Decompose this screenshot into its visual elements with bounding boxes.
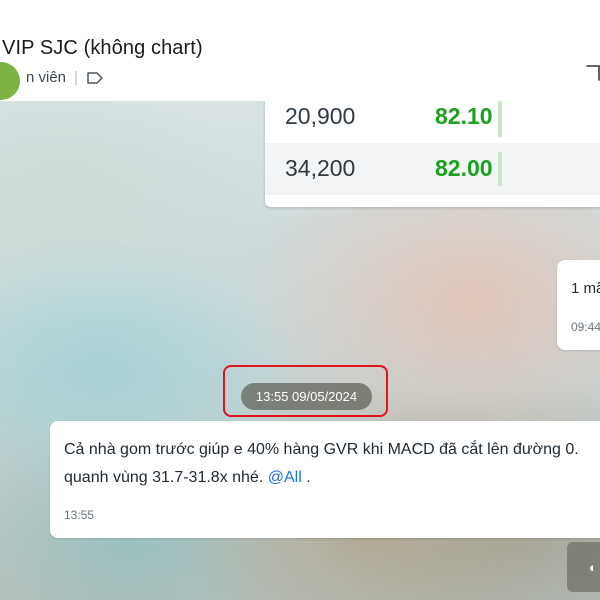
message-time: 13:55 [64, 508, 95, 522]
volume-bar [498, 101, 502, 137]
message-text-line-2: quanh vùng 31.7-31.8x nhé. @All . [64, 469, 311, 487]
chat-area[interactable]: 20,900 82.10 34,200 82.00 1 mã 09:44 13:… [0, 101, 600, 600]
price-table-card: 20,900 82.10 34,200 82.00 [265, 101, 600, 207]
message-time: 09:44 [571, 320, 600, 334]
chat-title: VIP SJC (không chart) [2, 37, 203, 59]
scroll-down-button[interactable]: ◐ [567, 542, 600, 592]
message-bubble-outgoing[interactable]: 1 mã 09:44 [557, 260, 600, 350]
table-row: 20,900 82.10 [265, 101, 600, 149]
highlight-box [223, 365, 388, 417]
message-text-prefix: quanh vùng 31.7-31.8x nhé. [64, 469, 264, 486]
tag-icon[interactable] [86, 71, 104, 85]
mention-all-link[interactable]: @All [268, 469, 302, 486]
price-cell: 82.00 [435, 155, 493, 181]
price-cell: 82.10 [435, 103, 493, 129]
chat-subtitle: n viên | [26, 69, 104, 86]
clock-icon: ◐ [589, 560, 597, 575]
message-text: 1 mã [571, 280, 600, 297]
message-text-suffix: . [306, 469, 311, 486]
sidebar-toggle-icon[interactable] [583, 58, 600, 82]
message-text-line-1: Cả nhà gom trước giúp e 40% hàng GVR khi… [64, 441, 579, 458]
subtitle-separator: | [74, 69, 78, 86]
volume-bar [498, 152, 502, 186]
volume-cell: 34,200 [285, 155, 356, 181]
member-count-label[interactable]: n viên [26, 69, 66, 86]
volume-cell: 20,900 [285, 103, 356, 129]
message-bubble-incoming[interactable]: Cả nhà gom trước giúp e 40% hàng GVR khi… [50, 421, 600, 538]
group-avatar[interactable] [0, 62, 20, 100]
table-row: 34,200 82.00 [265, 143, 600, 195]
chat-header: VIP SJC (không chart) n viên | [0, 0, 600, 101]
